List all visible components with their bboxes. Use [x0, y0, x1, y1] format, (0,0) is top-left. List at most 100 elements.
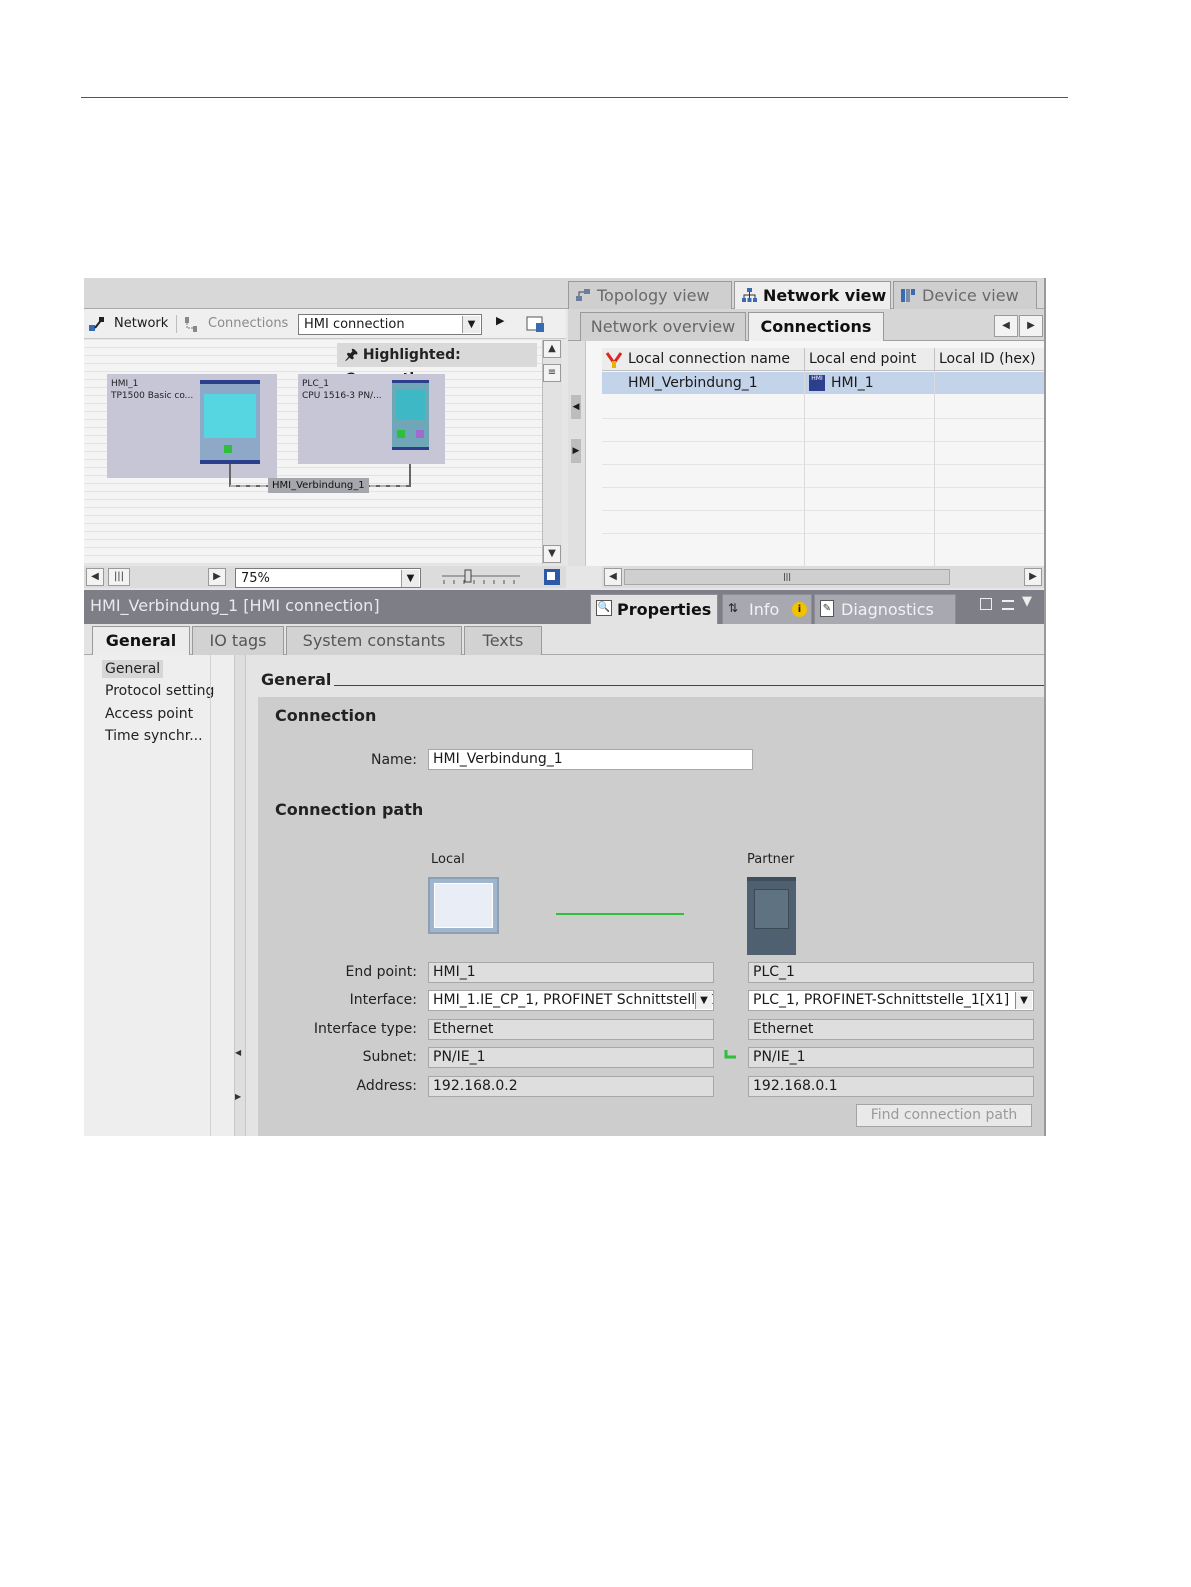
address-label: Address:	[356, 1078, 417, 1094]
connection-name-input[interactable]: HMI_Verbindung_1	[428, 749, 753, 770]
connection-type-select[interactable]: HMI connection ▼	[298, 314, 482, 335]
row-divider	[602, 464, 1044, 465]
tab-scroll-left-icon[interactable]: ◀	[994, 315, 1018, 337]
table-hscrollbar[interactable]: ◀ ||| ▶	[602, 566, 1044, 588]
subtab-io-tags[interactable]: IO tags	[192, 626, 284, 655]
zoom-slider[interactable]	[440, 568, 524, 586]
connection-status-icon	[605, 352, 623, 368]
scroll-up-icon[interactable]: ▲	[543, 340, 561, 358]
navigation-splitter[interactable]: ◀ ▶	[234, 655, 246, 1136]
plc-device-image	[392, 380, 429, 450]
tab-diagnostics[interactable]: ✎ Diagnostics	[814, 594, 956, 624]
tab-info[interactable]: ⇅ Info i	[722, 594, 812, 624]
chevron-down-icon[interactable]: ▼	[1015, 992, 1032, 1009]
connections-mode-icon	[185, 317, 197, 332]
collapse-left-icon[interactable]: ◀	[571, 395, 581, 419]
local-interface-select[interactable]: HMI_1.IE_CP_1, PROFINET Schnittstelle_1 …	[428, 990, 714, 1011]
toolbar-separator	[176, 315, 177, 333]
zoom-select[interactable]: 75% ▼	[235, 568, 421, 588]
overview-navigation-icon[interactable]	[543, 568, 561, 586]
collapse-left-icon[interactable]: ◀	[235, 1048, 241, 1057]
end-point-label: End point:	[345, 964, 417, 980]
column-local-connection-name[interactable]: Local connection name	[624, 348, 804, 371]
device-plc-1[interactable]: PLC_1 CPU 1516-3 PN/...	[298, 374, 445, 464]
row-divider	[602, 441, 1044, 442]
connections-mode-button[interactable]: Connections	[208, 309, 288, 339]
canvas-vertical-scrollbar[interactable]: ▲ ≡ ▼	[542, 340, 562, 564]
network-icon	[742, 288, 757, 302]
hscroll-thumb[interactable]: |||	[624, 569, 950, 585]
restore-window-icon[interactable]	[980, 598, 992, 610]
tab-scroll-right-icon[interactable]: ▶	[1019, 315, 1043, 337]
table-row[interactable]: HMI_Verbindung_1 HMI HMI_1	[602, 372, 1044, 394]
scroll-right-icon[interactable]: ▶	[208, 568, 226, 586]
subtab-texts[interactable]: Texts	[464, 626, 542, 655]
network-canvas[interactable]: 🖈 Highlighted: Connection HMI_1 TP1500 B…	[84, 340, 542, 564]
nav-protocol-setting[interactable]: Protocol setting	[105, 683, 214, 699]
subtab-system-constants[interactable]: System constants	[286, 626, 462, 655]
device-hmi-1[interactable]: HMI_1 TP1500 Basic co...	[107, 374, 277, 478]
scroll-left-icon[interactable]: ◀	[86, 568, 104, 586]
section-title: General	[261, 670, 332, 689]
column-local-id[interactable]: Local ID (hex)	[934, 348, 1044, 371]
network-mode-icon	[89, 317, 104, 331]
tab-topology-view[interactable]: Topology view	[568, 281, 732, 309]
scroll-thumb[interactable]: ≡	[543, 364, 561, 382]
column-local-end-point[interactable]: Local end point	[804, 348, 934, 371]
plc-port-icon	[397, 430, 405, 438]
chevron-down-icon[interactable]: ▼	[695, 992, 712, 1009]
partner-address-field: 192.168.0.1	[748, 1076, 1034, 1097]
plc-port2-icon	[416, 430, 424, 438]
connection-panel: Connection Name: HMI_Verbindung_1 Connec…	[258, 697, 1044, 1136]
partner-interface-select[interactable]: PLC_1, PROFINET-Schnittstelle_1[X1] ▼	[748, 990, 1034, 1011]
device-icon	[901, 289, 915, 302]
partner-end-point-field: PLC_1	[748, 962, 1034, 983]
find-connection-path-button[interactable]: Find connection path	[856, 1104, 1032, 1127]
scroll-down-icon[interactable]: ▼	[543, 545, 561, 563]
right-panel-tabs: Network overview Connections ◀ ▶	[568, 309, 1044, 341]
scroll-right-icon[interactable]: ▶	[1024, 568, 1042, 586]
local-hmi-image	[428, 877, 499, 934]
table-toggle-icon[interactable]	[526, 316, 545, 333]
tia-portal-window: Topology view Network view Device view N…	[84, 278, 1046, 1136]
column-divider	[804, 371, 805, 566]
chevron-down-icon[interactable]: ▼	[401, 570, 419, 587]
expand-right-icon[interactable]: ▶	[571, 439, 581, 463]
hmi-port-icon	[224, 445, 232, 453]
tab-device-view[interactable]: Device view	[893, 281, 1037, 309]
hscroll-thumb[interactable]: |||	[108, 568, 130, 586]
toolbar-expand-icon[interactable]: ▶	[496, 306, 504, 336]
name-label: Name:	[370, 752, 417, 768]
connections-table: ◀ ▶ Local connection name Local end poin…	[568, 341, 1044, 566]
partner-subnet-field: PN/IE_1	[748, 1047, 1034, 1068]
connection-path-line	[556, 913, 684, 915]
property-navigation: General Protocol setting Access point Ti…	[84, 655, 234, 1136]
view-tabs-bar: Topology view Network view Device view	[84, 278, 1044, 309]
tab-network-view[interactable]: Network view	[734, 281, 891, 309]
partner-label: Partner	[747, 852, 795, 867]
tab-network-overview[interactable]: Network overview	[580, 312, 746, 341]
network-toolbar: Network Connections HMI connection ▼ ▶	[84, 309, 566, 339]
expand-right-icon[interactable]: ▶	[235, 1092, 241, 1101]
connection-label[interactable]: HMI_Verbindung_1	[268, 478, 369, 493]
highlighted-connection-banner: 🖈 Highlighted: Connection	[337, 343, 537, 387]
table-header: Local connection name Local end point Lo…	[602, 348, 1044, 371]
network-mode-button[interactable]: Network	[114, 309, 168, 339]
canvas-status-bar: ◀ ||| ▶ 75% ▼	[84, 566, 566, 588]
interface-label: Interface:	[349, 992, 417, 1008]
subtab-general[interactable]: General	[92, 626, 190, 655]
tab-properties[interactable]: 🔍 Properties	[590, 594, 718, 624]
scroll-left-icon[interactable]: ◀	[604, 568, 622, 586]
nav-access-point[interactable]: Access point	[105, 706, 193, 722]
nav-time-synchr[interactable]: Time synchr...	[105, 728, 203, 744]
minimize-window-icon[interactable]	[1002, 600, 1014, 610]
inspector-title-bar: HMI_Verbindung_1 [HMI connection] 🔍 Prop…	[84, 590, 1044, 624]
section-rule	[334, 685, 1044, 686]
page-top-rule	[81, 97, 1068, 98]
table-splitter[interactable]: ◀ ▶	[568, 341, 586, 566]
tab-connections[interactable]: Connections	[748, 312, 884, 341]
column-divider	[934, 371, 935, 566]
chevron-down-icon[interactable]: ▼	[1022, 594, 1032, 609]
nav-general[interactable]: General	[102, 660, 164, 678]
chevron-down-icon[interactable]: ▼	[462, 316, 480, 333]
